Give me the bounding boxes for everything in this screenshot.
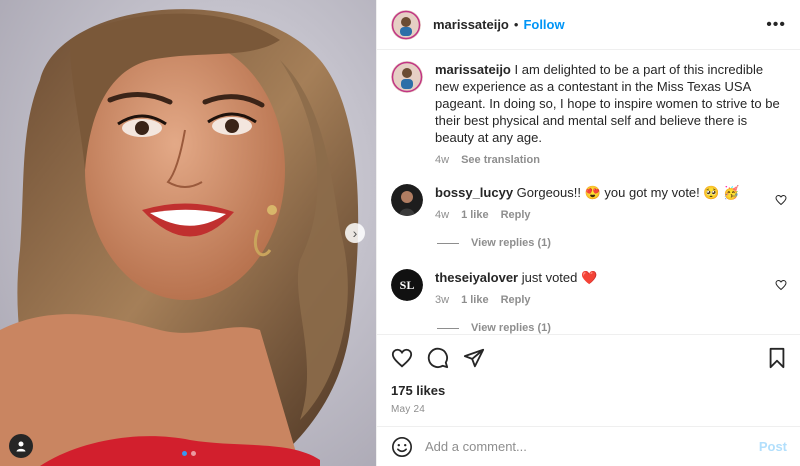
slide-dot <box>191 451 196 456</box>
avatar-initials: SL <box>400 278 415 292</box>
heart-outline-icon <box>775 194 787 206</box>
comment-text-block: theseiyalover just voted ❤️ <box>435 269 787 286</box>
commenter-avatar[interactable] <box>391 184 423 216</box>
comment-username[interactable]: theseiyalover <box>435 270 518 285</box>
post-date[interactable]: May 24 <box>391 404 787 415</box>
separator-dot: • <box>513 17 519 32</box>
comment-likes-count[interactable]: 1 like <box>461 209 489 221</box>
slide-dot-active <box>182 451 187 456</box>
author-username[interactable]: marissateijo <box>433 17 509 32</box>
caption-meta: 4w See translation <box>435 154 787 166</box>
caption-username[interactable]: marissateijo <box>435 62 511 77</box>
comment-username[interactable]: bossy_lucyy <box>435 185 513 200</box>
comment-time[interactable]: 4w <box>435 209 449 221</box>
replies-divider <box>437 327 459 329</box>
caption-avatar[interactable] <box>391 61 423 93</box>
post-side-panel: marissateijo • Follow ••• marissateijo I… <box>376 0 800 466</box>
comment-meta: 3w 1 like Reply <box>435 294 787 306</box>
caption-text-block: marissateijo I am delighted to be a part… <box>435 61 787 146</box>
add-comment-bar: Post <box>377 426 800 466</box>
chevron-right-icon: › <box>352 225 358 241</box>
comment-text-block: bossy_lucyy Gorgeous!! 😍 you got my vote… <box>435 184 787 201</box>
comment-text: just voted ❤️ <box>521 270 598 285</box>
slide-indicators <box>182 451 196 456</box>
comment-item: bossy_lucyy Gorgeous!! 😍 you got my vote… <box>391 184 787 221</box>
tagged-users-button[interactable] <box>9 434 33 458</box>
comment-button[interactable] <box>427 347 449 369</box>
view-replies-label: View replies (1) <box>471 237 551 249</box>
bookmark-icon <box>769 347 785 369</box>
reply-button[interactable]: Reply <box>501 294 531 306</box>
like-button[interactable] <box>391 347 413 369</box>
comment-like-button[interactable] <box>775 194 787 206</box>
action-icons-row <box>391 335 787 381</box>
post-media[interactable]: › <box>0 0 376 466</box>
more-options-button[interactable]: ••• <box>766 16 786 34</box>
more-icon: ••• <box>766 15 786 33</box>
post-actions: 175 likes May 24 <box>377 334 800 415</box>
emoji-button[interactable] <box>391 436 413 458</box>
user-icon <box>16 441 26 452</box>
follow-button[interactable]: Follow <box>523 17 564 32</box>
post-comment-button[interactable]: Post <box>759 439 787 454</box>
comment-likes-count[interactable]: 1 like <box>461 294 489 306</box>
commenter-avatar[interactable]: SL <box>391 269 423 301</box>
see-translation-link[interactable]: See translation <box>461 154 540 166</box>
comment-meta: 4w 1 like Reply <box>435 209 787 221</box>
comment-text: Gorgeous!! 😍 you got my vote! 🥺 🥳 <box>516 185 740 200</box>
post-header: marissateijo • Follow ••• <box>377 0 800 50</box>
heart-outline-icon <box>775 279 787 291</box>
caption-time[interactable]: 4w <box>435 154 449 166</box>
post-photo <box>0 0 376 466</box>
save-button[interactable] <box>767 347 787 369</box>
view-replies-button[interactable]: View replies (1) <box>437 237 787 249</box>
instagram-post-window: › marissateijo • Follow ••• marissateijo… <box>0 0 800 466</box>
next-slide-button[interactable]: › <box>345 223 365 243</box>
comment-like-button[interactable] <box>775 279 787 291</box>
comment-item: SL theseiyalover just voted ❤️ 3w 1 like… <box>391 269 787 306</box>
view-replies-label: View replies (1) <box>471 322 551 334</box>
comments-section[interactable]: marissateijo I am delighted to be a part… <box>377 51 800 334</box>
reply-button[interactable]: Reply <box>501 209 531 221</box>
author-avatar[interactable] <box>391 9 421 40</box>
comment-input[interactable] <box>425 439 759 454</box>
replies-divider <box>437 242 459 244</box>
emoji-icon <box>392 436 412 457</box>
share-icon <box>463 348 485 368</box>
share-button[interactable] <box>463 347 485 369</box>
heart-icon <box>391 348 413 368</box>
comment-time[interactable]: 3w <box>435 294 449 306</box>
likes-count[interactable]: 175 likes <box>391 383 787 398</box>
view-replies-button[interactable]: View replies (1) <box>437 322 787 334</box>
comment-icon <box>427 347 449 369</box>
post-caption: marissateijo I am delighted to be a part… <box>391 61 787 166</box>
